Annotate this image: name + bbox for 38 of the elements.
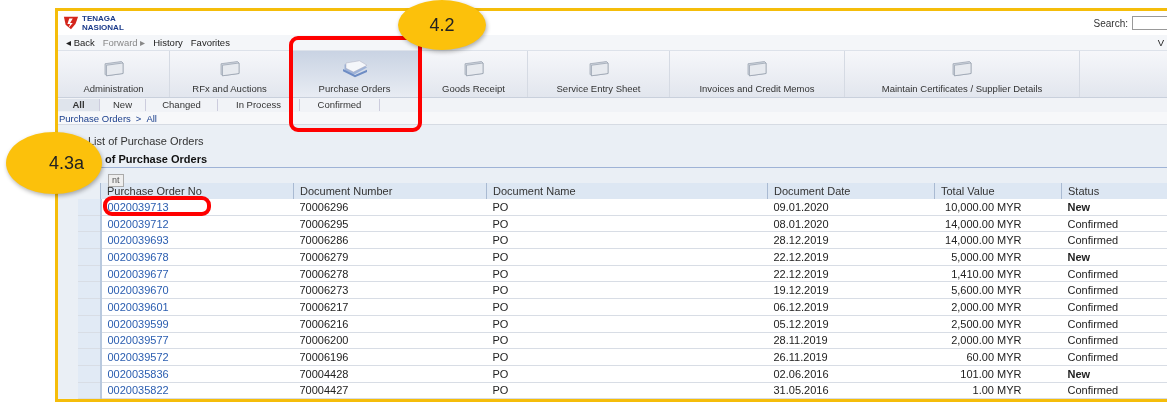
column-header[interactable]: Document Number bbox=[293, 183, 487, 199]
company-logo: TENAGA NASIONAL bbox=[62, 14, 124, 32]
nav-link[interactable]: Favorites bbox=[190, 37, 230, 48]
module-tab[interactable]: Maintain Certificates / Supplier Details bbox=[845, 51, 1080, 97]
logo-icon bbox=[62, 15, 80, 31]
module-tab[interactable]: Service Entry Sheet bbox=[528, 51, 670, 97]
table-cell: 09.01.2020 bbox=[767, 199, 935, 216]
status-cell: New bbox=[1061, 199, 1167, 216]
filter-tab[interactable]: In Process bbox=[218, 99, 300, 111]
table-title: of Purchase Orders bbox=[105, 153, 208, 165]
search-field[interactable] bbox=[1132, 16, 1167, 30]
table-cell: 10,000.00 MYR bbox=[934, 199, 1062, 216]
search-label: Search: bbox=[1093, 17, 1128, 29]
row-selector[interactable] bbox=[78, 199, 101, 216]
breadcrumb-link[interactable]: All bbox=[146, 112, 157, 124]
nav-link[interactable]: History bbox=[153, 37, 183, 48]
table-cell: PO bbox=[486, 199, 768, 216]
nav-link[interactable]: ◂ Back bbox=[66, 37, 95, 48]
table-cell: 70006296 bbox=[293, 199, 487, 216]
column-header[interactable]: Purchase Order No bbox=[100, 183, 294, 199]
breadcrumb-link[interactable]: Purchase Orders bbox=[59, 112, 131, 124]
filter-tab[interactable]: New bbox=[100, 99, 146, 111]
module-tab[interactable]: Administration bbox=[58, 51, 170, 97]
filter-tab[interactable]: Confirmed bbox=[300, 99, 380, 111]
filter-tab[interactable]: All bbox=[58, 99, 100, 111]
module-tab[interactable]: Invoices and Credit Memos bbox=[670, 51, 845, 97]
column-header[interactable]: Document Name bbox=[486, 183, 768, 199]
nav-link[interactable]: Forward ▸ bbox=[102, 37, 146, 48]
module-tab[interactable]: Goods Receipt bbox=[420, 51, 528, 97]
print-button[interactable]: nt bbox=[108, 173, 124, 187]
filter-tab[interactable]: Changed bbox=[146, 99, 218, 111]
breadcrumb-separator: > bbox=[135, 112, 142, 124]
column-header[interactable]: Total Value bbox=[934, 183, 1062, 199]
nav-link[interactable]: V bbox=[1157, 37, 1164, 48]
module-tab[interactable]: Purchase Orders bbox=[290, 51, 420, 97]
module-tab[interactable]: RFx and Auctions bbox=[170, 51, 290, 97]
column-header[interactable]: Status bbox=[1061, 183, 1167, 199]
column-header[interactable]: Document Date bbox=[767, 183, 935, 199]
